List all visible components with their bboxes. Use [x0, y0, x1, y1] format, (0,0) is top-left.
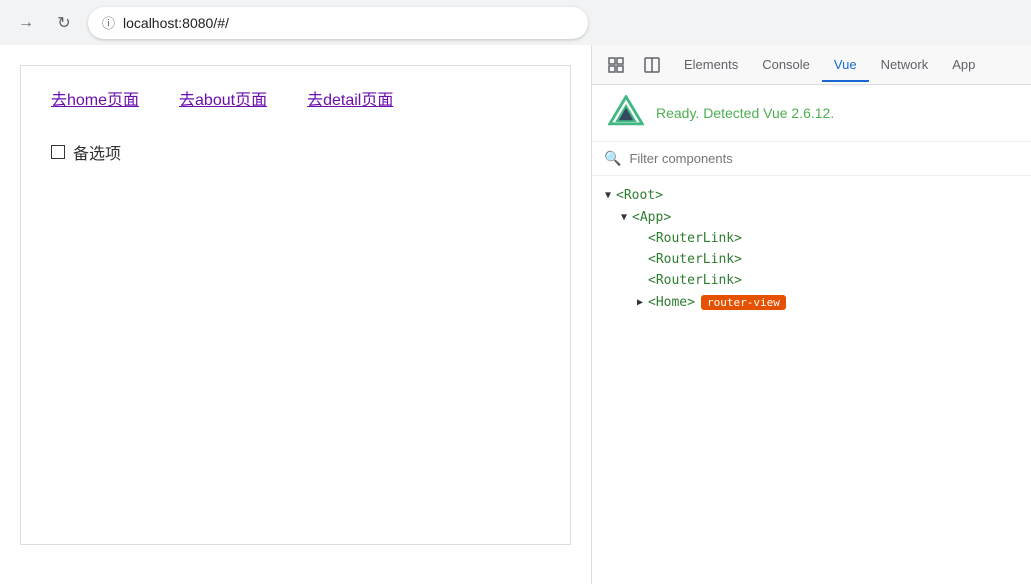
tree-item-routerlink-2[interactable]: <RouterLink> — [592, 249, 1031, 270]
vue-devtools-content: Ready. Detected Vue 2.6.12. 🔍 ▼ <Root> ▼… — [592, 85, 1031, 584]
reload-button[interactable]: ↻ — [50, 9, 78, 37]
tree-item-routerlink-1[interactable]: <RouterLink> — [592, 228, 1031, 249]
main-area: 去home页面 去about页面 去detail页面 备选项 — [0, 45, 1031, 584]
tree-item-app[interactable]: ▼ <App> — [592, 206, 1031, 228]
app-toggle[interactable]: ▼ — [616, 209, 632, 225]
checkbox-input[interactable] — [51, 145, 65, 159]
lock-icon: ⓘ — [102, 13, 115, 32]
tab-app[interactable]: App — [940, 49, 987, 82]
root-toggle[interactable]: ▼ — [600, 187, 616, 203]
vue-header: Ready. Detected Vue 2.6.12. — [592, 85, 1031, 142]
routerlink-2-name: RouterLink — [656, 252, 734, 267]
nav-links: 去home页面 去about页面 去detail页面 — [51, 86, 540, 110]
address-bar[interactable]: ⓘ localhost:8080/#/ — [88, 7, 588, 39]
root-open-bracket: < — [616, 188, 624, 203]
vue-logo — [608, 95, 644, 131]
routerlink-1-name: RouterLink — [656, 231, 734, 246]
filter-bar: 🔍 — [592, 142, 1031, 176]
tree-item-routerlink-3[interactable]: <RouterLink> — [592, 270, 1031, 291]
checkbox-row: 备选项 — [51, 140, 540, 164]
filter-input[interactable] — [629, 151, 1019, 166]
tab-network[interactable]: Network — [869, 49, 941, 82]
inspect-icon-button[interactable] — [600, 49, 632, 81]
detail-link[interactable]: 去detail页面 — [307, 86, 393, 110]
tab-console[interactable]: Console — [750, 49, 822, 82]
routerlink-3-name: RouterLink — [656, 273, 734, 288]
router-view-badge: router-view — [701, 295, 786, 310]
component-tree: ▼ <Root> ▼ <App> <RouterLink> — [592, 176, 1031, 584]
search-icon: 🔍 — [604, 150, 621, 167]
tab-elements[interactable]: Elements — [672, 49, 750, 82]
vue-ready-text: Ready. Detected Vue 2.6.12. — [656, 105, 834, 121]
tree-item-home[interactable]: ▶ <Home> router-view — [592, 291, 1031, 313]
home-name: Home — [656, 295, 687, 310]
toggle-icon-button[interactable] — [636, 49, 668, 81]
home-link[interactable]: 去home页面 — [51, 86, 139, 110]
tab-vue[interactable]: Vue — [822, 49, 869, 82]
back-button[interactable]: → — [12, 9, 40, 37]
devtools-panel: Elements Console Vue Network App Ready. … — [591, 45, 1031, 584]
checkbox-label: 备选项 — [73, 140, 121, 164]
url-text: localhost:8080/#/ — [123, 15, 229, 31]
about-link[interactable]: 去about页面 — [179, 86, 267, 110]
devtools-tabs: Elements Console Vue Network App — [592, 45, 1031, 85]
app-name: App — [640, 210, 663, 225]
page-content: 去home页面 去about页面 去detail页面 备选项 — [0, 45, 591, 584]
browser-toolbar: → ↻ ⓘ localhost:8080/#/ — [0, 0, 1031, 45]
root-name: Root — [624, 188, 655, 203]
browser-chrome: → ↻ ⓘ localhost:8080/#/ — [0, 0, 1031, 45]
tree-item-root[interactable]: ▼ <Root> — [592, 184, 1031, 206]
page-frame: 去home页面 去about页面 去detail页面 备选项 — [20, 65, 571, 545]
home-toggle[interactable]: ▶ — [632, 294, 648, 310]
